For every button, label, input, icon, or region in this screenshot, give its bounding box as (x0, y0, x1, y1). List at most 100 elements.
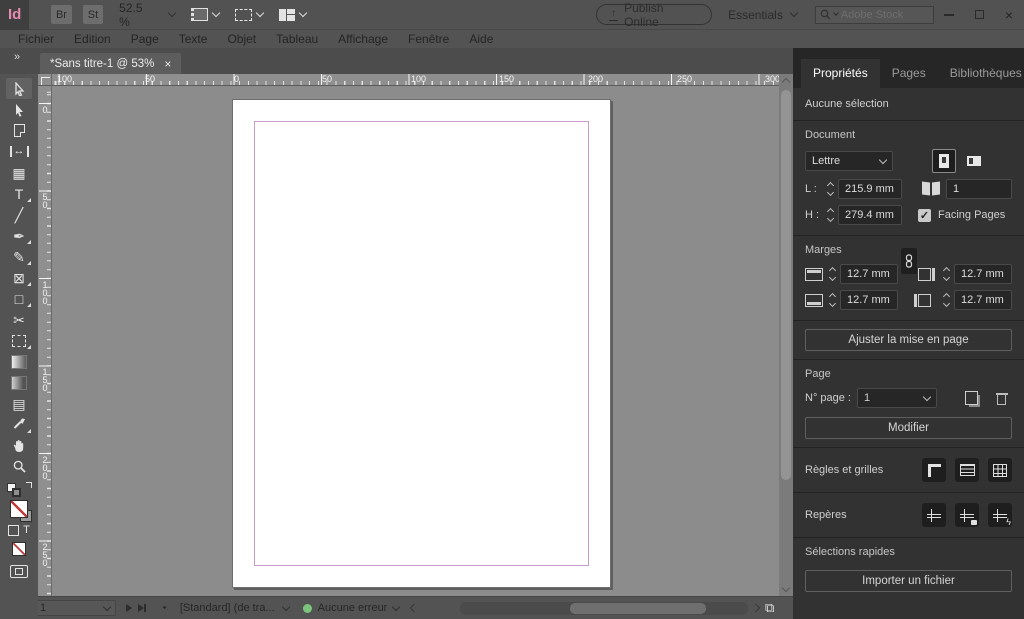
height-stepper[interactable] (825, 205, 836, 225)
view-options-button[interactable] (191, 8, 219, 21)
margin-inside-stepper[interactable] (941, 264, 952, 284)
vertical-ruler[interactable]: 0 50 100 150 200 250 (38, 86, 52, 596)
width-field[interactable]: 215.9 mm (838, 179, 902, 199)
pen-tool[interactable]: ✒ (6, 225, 32, 246)
margin-outside-field[interactable]: 12.7 mm (954, 290, 1012, 310)
collapse-panels-icon[interactable]: » (14, 51, 20, 63)
adjust-layout-button[interactable]: Ajuster la mise en page (805, 329, 1012, 351)
width-stepper[interactable] (825, 179, 836, 199)
zoom-dropdown-chevron-icon[interactable] (168, 9, 176, 17)
note-tool[interactable]: ▤ (6, 393, 32, 414)
facing-pages-checkbox[interactable]: ✓ (918, 209, 931, 222)
bridge-button[interactable]: Br (51, 5, 71, 24)
ruler-origin-corner[interactable] (38, 74, 52, 86)
menu-fenetre[interactable]: Fenêtre (398, 32, 459, 46)
gap-tool[interactable]: ↔ (6, 141, 32, 162)
tab-bibliotheques[interactable]: Bibliothèques (938, 59, 1024, 88)
direct-selection-tool[interactable] (6, 99, 32, 120)
close-button[interactable]: × (994, 0, 1024, 29)
eyedropper-tool[interactable] (6, 414, 32, 435)
scissors-tool[interactable]: ✂ (6, 309, 32, 330)
menu-texte[interactable]: Texte (169, 32, 218, 46)
show-guides-button[interactable] (922, 503, 946, 527)
height-field[interactable]: 279.4 mm (838, 205, 902, 225)
menu-page[interactable]: Page (121, 32, 169, 46)
pasteboard[interactable]: 0 50 100 150 200 250 (38, 86, 779, 596)
maximize-button[interactable] (964, 0, 994, 29)
menu-aide[interactable]: Aide (459, 32, 503, 46)
tab-pages[interactable]: Pages (880, 59, 938, 88)
margin-bottom-field[interactable]: 12.7 mm (840, 290, 898, 310)
vertical-scrollbar[interactable] (779, 74, 793, 596)
selection-tool[interactable] (6, 78, 32, 99)
formatting-affects-text-button[interactable]: T (23, 524, 30, 536)
line-tool[interactable]: ╱ (6, 204, 32, 225)
preflight-status[interactable]: Aucune erreur (303, 602, 400, 614)
document-tab[interactable]: *Sans titre-1 @ 53% × (40, 53, 181, 74)
hand-tool[interactable] (6, 435, 32, 456)
horizontal-ruler[interactable]: 100 50 0 50 100 150 200 250 300 (38, 74, 779, 86)
close-tab-icon[interactable]: × (164, 57, 171, 71)
smart-guides-button[interactable]: ϟ (988, 503, 1012, 527)
pages-count-field[interactable]: 1 (946, 179, 1012, 199)
margin-top-stepper[interactable] (827, 264, 838, 284)
rectangle-tool[interactable]: □ (6, 288, 32, 309)
show-rulers-button[interactable] (922, 458, 946, 482)
fill-stroke-controls[interactable] (4, 481, 34, 497)
menu-objet[interactable]: Objet (217, 32, 266, 46)
pencil-tool[interactable]: ✎ (6, 246, 32, 267)
screen-mode-tool-button[interactable] (10, 565, 28, 578)
menu-affichage[interactable]: Affichage (328, 32, 398, 46)
margin-top-field[interactable]: 12.7 mm (840, 264, 898, 284)
preflight-profile-menu[interactable]: [Standard] (de tra... (180, 602, 289, 614)
orientation-portrait-button[interactable] (932, 149, 956, 173)
next-page-button[interactable] (126, 604, 132, 612)
formatting-affects-container-button[interactable] (8, 525, 19, 536)
workspace-switcher[interactable]: Essentials (728, 8, 797, 22)
baseline-grid-button[interactable] (955, 458, 979, 482)
zoom-tool[interactable] (6, 456, 32, 477)
last-page-button[interactable] (138, 604, 146, 612)
trash-icon[interactable] (996, 391, 1008, 405)
scroll-left-icon[interactable] (410, 604, 418, 612)
minimize-button[interactable] (934, 0, 964, 29)
stock-search-input[interactable] (841, 9, 921, 21)
swap-fill-stroke-icon[interactable] (26, 482, 32, 488)
menu-fichier[interactable]: Fichier (8, 32, 64, 46)
vertical-scroll-thumb[interactable] (781, 90, 791, 480)
preflight-gauge-icon[interactable]: ◔ (156, 600, 172, 616)
scroll-right-icon[interactable] (752, 604, 760, 612)
type-tool[interactable]: T (6, 183, 32, 204)
content-collector-tool[interactable]: ▦ (6, 162, 32, 183)
import-file-button[interactable]: Importer un fichier (805, 570, 1012, 592)
gradient-feather-tool[interactable] (6, 372, 32, 393)
frame-tool[interactable]: ⊠ (6, 267, 32, 288)
page-number-dropdown[interactable]: 1 (857, 388, 937, 408)
page-tool[interactable] (6, 120, 32, 141)
document-grid-button[interactable] (988, 458, 1012, 482)
spread-view-icon[interactable]: ⧉ (765, 600, 774, 616)
edit-page-button[interactable]: Modifier (805, 417, 1012, 439)
menu-tableau[interactable]: Tableau (266, 32, 328, 46)
page-number-select[interactable]: 1 (34, 600, 116, 616)
fill-color-swatch[interactable] (10, 500, 28, 518)
lock-guides-button[interactable] (955, 503, 979, 527)
margin-bottom-stepper[interactable] (827, 290, 838, 310)
horizontal-scroll-thumb[interactable] (570, 603, 706, 614)
adobe-stock-search[interactable] (815, 6, 934, 24)
margin-inside-field[interactable]: 12.7 mm (954, 264, 1012, 284)
apply-none-button[interactable] (12, 542, 26, 556)
scroll-down-icon[interactable] (782, 584, 790, 592)
screen-mode-button[interactable] (235, 9, 263, 21)
scroll-up-icon[interactable] (782, 78, 790, 86)
page-size-dropdown[interactable]: Lettre (805, 151, 893, 171)
free-transform-tool[interactable] (6, 330, 32, 351)
document-page[interactable] (232, 99, 611, 588)
publish-online-button[interactable]: ↑ Publish Online (596, 4, 712, 25)
zoom-level-value[interactable]: 52.5 % (119, 1, 155, 29)
link-margins-button[interactable] (901, 248, 917, 274)
menu-edition[interactable]: Edition (64, 32, 121, 46)
tab-proprietes[interactable]: Propriétés (801, 59, 880, 88)
horizontal-scrollbar[interactable] (460, 602, 748, 615)
margin-outside-stepper[interactable] (941, 290, 952, 310)
